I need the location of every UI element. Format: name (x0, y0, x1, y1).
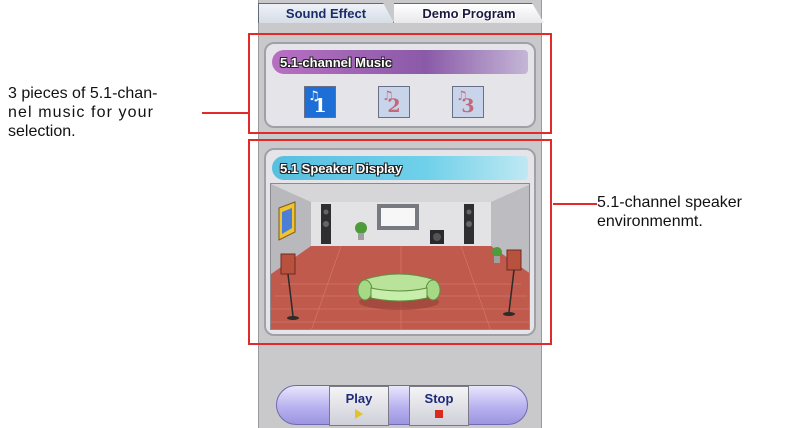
music-track-1-button[interactable]: ♫ 1 (304, 86, 336, 118)
tab-sound-effect[interactable]: Sound Effect (258, 3, 394, 23)
annotation-right: 5.1-channel speaker environmenmt. (597, 193, 793, 231)
sofa (357, 273, 441, 310)
stop-icon (435, 410, 443, 418)
music-track-3-button[interactable]: ♫ 3 (452, 86, 484, 118)
play-label: Play (345, 391, 373, 406)
annotation-left-leader (202, 112, 248, 114)
tv-screen (377, 204, 419, 230)
annotation-left-line-1: 3 pieces of 5.1-chan- (8, 85, 158, 102)
subwoofer (430, 230, 444, 244)
music-note-icon: ♫ (456, 89, 468, 104)
front-right-speaker (464, 204, 474, 244)
stop-label: Stop (424, 391, 454, 406)
music-section: 5.1-channel Music ♫ 1 ♫ 2 ♫ 3 (264, 42, 536, 128)
annotation-left: 3 pieces of 5.1-chan- nel music for your… (8, 84, 208, 141)
tab-demo-program[interactable]: Demo Program (394, 3, 544, 23)
annotation-right-leader (553, 203, 597, 205)
annotation-right-line-1: 5.1-channel speaker (597, 194, 742, 211)
music-section-title: 5.1-channel Music (272, 50, 528, 74)
music-track-2-button[interactable]: ♫ 2 (378, 86, 410, 118)
stop-button[interactable]: Stop (409, 386, 469, 426)
speaker-display-title: 5.1 Speaker Display (272, 156, 528, 180)
music-note-icon: ♫ (382, 89, 394, 104)
tab-bar: Sound Effect Demo Program (258, 0, 548, 24)
annotation-left-line-2: nel music for your (8, 104, 155, 121)
play-icon (355, 409, 363, 419)
speaker-room-illustration (270, 183, 530, 330)
room-scene (271, 184, 529, 329)
front-left-speaker (321, 204, 331, 244)
music-note-icon: ♫ (308, 89, 320, 104)
annotation-right-line-2: environmenmt. (597, 213, 703, 230)
annotation-left-line-3: selection. (8, 123, 76, 140)
playback-bar: Play Stop (276, 385, 528, 426)
play-button[interactable]: Play (329, 386, 389, 426)
